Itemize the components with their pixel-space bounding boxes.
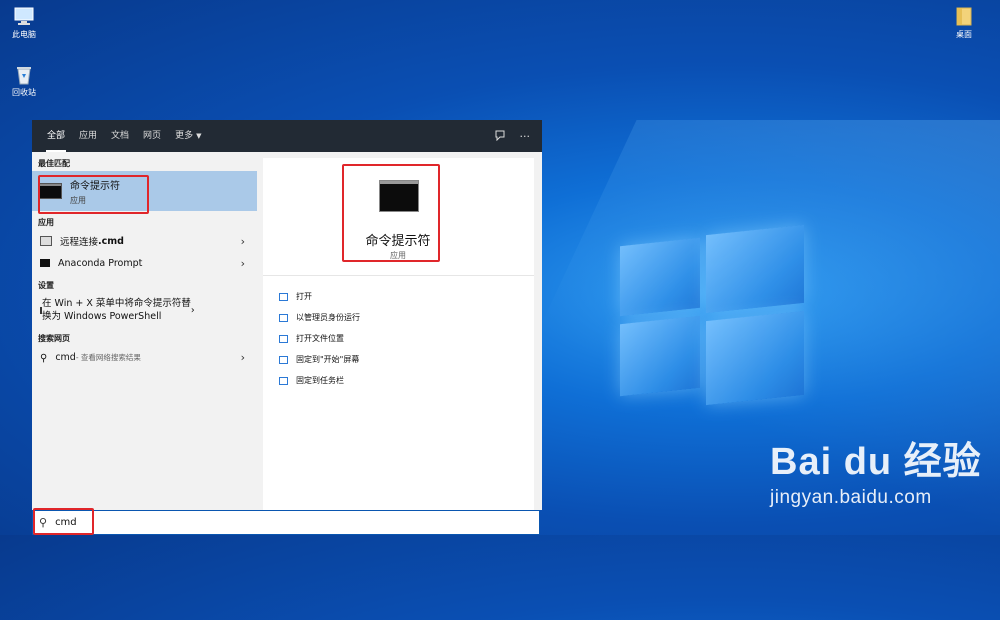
tab-web[interactable]: 网页 — [136, 120, 168, 152]
feedback-icon[interactable] — [494, 129, 506, 144]
recycle-bin-icon — [13, 64, 35, 85]
list-item-anaconda-prompt[interactable]: Anaconda Prompt › — [32, 252, 257, 274]
chevron-right-icon[interactable]: › — [241, 351, 245, 364]
highlight-box-preview — [342, 164, 440, 262]
list-item-web-search[interactable]: ⚲ cmd - 查看网络搜索结果 › — [32, 346, 257, 368]
chevron-right-icon[interactable]: › — [241, 235, 245, 248]
desktop-icon-label: 回收站 — [12, 88, 36, 97]
highlight-box-search — [33, 508, 94, 535]
list-item-setting[interactable]: 在 Win + X 菜单中将命令提示符替 换为 Windows PowerShe… — [32, 293, 257, 327]
desktop-icon-desktop-folder[interactable]: 桌面 — [942, 6, 986, 40]
list-item-remote-cmd[interactable]: 远程连接 .cmd › — [32, 230, 257, 252]
pin-icon — [279, 355, 288, 364]
tab-documents[interactable]: 文档 — [104, 120, 136, 152]
action-open[interactable]: 打开 — [279, 286, 360, 307]
item-label: 远程连接 — [60, 237, 99, 248]
section-best-match: 最佳匹配 — [38, 159, 70, 168]
action-run-as-admin[interactable]: 以管理员身份运行 — [279, 307, 360, 328]
tab-apps[interactable]: 应用 — [72, 120, 104, 152]
action-pin-to-start[interactable]: 固定到"开始"屏幕 — [279, 349, 360, 370]
windows-logo — [620, 224, 805, 408]
divider — [263, 275, 534, 276]
shield-icon — [279, 313, 288, 322]
section-web: 搜索网页 — [38, 334, 70, 343]
setting-line2: 换为 Windows PowerShell — [42, 311, 162, 322]
action-list: 打开 以管理员身份运行 打开文件位置 固定到"开始"屏幕 固定到任务栏 — [279, 286, 360, 391]
chevron-right-icon[interactable]: › — [241, 257, 245, 270]
folder-icon — [953, 6, 975, 26]
remote-connection-icon — [40, 236, 52, 246]
desktop-icon-label: 此电脑 — [12, 30, 36, 39]
search-icon: ⚲ — [40, 353, 48, 364]
tab-all[interactable]: 全部 — [40, 120, 72, 152]
desktop-icon-label: 桌面 — [956, 30, 972, 39]
search-tabs-bar: 全部 应用 文档 网页 更多 ▼ ··· — [32, 120, 542, 152]
chevron-right-icon[interactable]: › — [191, 304, 195, 317]
watermark-brand: Bai du 经验 — [770, 441, 982, 483]
web-hint: - 查看网络搜索结果 — [75, 352, 141, 362]
highlight-box-best-match — [38, 175, 149, 214]
search-box[interactable]: ⚲ cmd — [32, 510, 540, 535]
item-label-bold: .cmd — [98, 235, 124, 247]
more-options-icon[interactable]: ··· — [520, 130, 531, 143]
web-query: cmd — [55, 351, 76, 363]
computer-icon — [13, 6, 35, 26]
chevron-down-icon: ▼ — [196, 132, 202, 140]
desktop-icon-this-pc[interactable]: 此电脑 — [2, 6, 46, 40]
watermark-url: jingyan.baidu.com — [770, 487, 932, 508]
terminal-icon — [40, 259, 50, 267]
desktop-icon-recycle-bin[interactable]: 回收站 — [2, 64, 46, 98]
section-settings: 设置 — [38, 281, 54, 290]
baidu-jingyan-watermark: Bai du 经验 jingyan.baidu.com — [770, 430, 982, 509]
action-open-file-location[interactable]: 打开文件位置 — [279, 328, 360, 349]
item-label: Anaconda Prompt — [58, 257, 143, 269]
action-pin-to-taskbar[interactable]: 固定到任务栏 — [279, 370, 360, 391]
folder-open-icon — [279, 334, 288, 343]
open-icon — [279, 292, 288, 301]
pin-icon — [279, 376, 288, 385]
setting-line1: 在 Win + X 菜单中将命令提示符替 — [42, 298, 191, 309]
tab-more[interactable]: 更多 ▼ — [168, 120, 208, 152]
